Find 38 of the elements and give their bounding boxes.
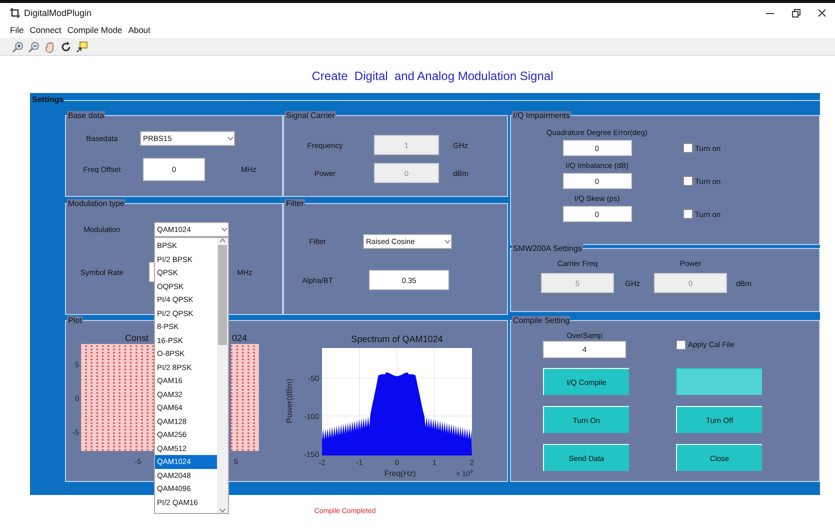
- scrollbar[interactable]: [217, 238, 228, 513]
- menu-item[interactable]: About: [128, 25, 150, 35]
- checkbox[interactable]: [683, 143, 693, 153]
- panel-title: Compile Setting: [512, 316, 570, 326]
- checkbox[interactable]: [676, 340, 686, 350]
- caret-up-icon: [219, 238, 226, 243]
- zoom-out-icon[interactable]: [28, 40, 40, 52]
- page-heading: Create Digital and Analog Modulation Signal: [310, 69, 554, 85]
- panel-title: Settings: [31, 95, 64, 104]
- caret-down-icon: [219, 508, 226, 513]
- panel-title: I/Q Impairments: [512, 111, 571, 121]
- panel-title: Plot: [67, 316, 83, 326]
- restore-icon[interactable]: [791, 8, 801, 18]
- panel-title: Modulation type: [67, 199, 126, 209]
- panel-title: Filter: [285, 199, 305, 209]
- rotate-icon[interactable]: [60, 40, 72, 52]
- window-title: DigitalModPlugin: [24, 8, 92, 18]
- chart-title: 024: [232, 333, 248, 343]
- app-icon: [10, 8, 20, 18]
- menu-item[interactable]: Compile Mode: [67, 25, 122, 35]
- menu-item[interactable]: Connect: [30, 25, 62, 35]
- hand-icon[interactable]: [44, 40, 56, 52]
- panel-title: SMW200A Settings: [512, 244, 583, 254]
- axis-label: Power(dBm): [285, 378, 294, 424]
- menu-item[interactable]: File: [10, 25, 24, 35]
- zoom-in-icon[interactable]: [12, 40, 24, 52]
- caret-down-icon: [221, 227, 228, 232]
- data-cursor-icon[interactable]: [76, 40, 88, 52]
- close-icon[interactable]: [817, 8, 827, 18]
- panel-title: Signal Carrier: [285, 111, 336, 121]
- axis-label: Freq(Hz): [384, 469, 416, 478]
- chart-title: Const: [125, 333, 149, 343]
- caret-down-icon: [227, 136, 234, 141]
- chart-title: Spectrum of QAM1024: [351, 334, 443, 344]
- checkbox[interactable]: [683, 209, 693, 219]
- panel-title: Base data: [67, 111, 106, 121]
- checkbox[interactable]: [683, 176, 693, 186]
- caret-down-icon: [444, 239, 451, 244]
